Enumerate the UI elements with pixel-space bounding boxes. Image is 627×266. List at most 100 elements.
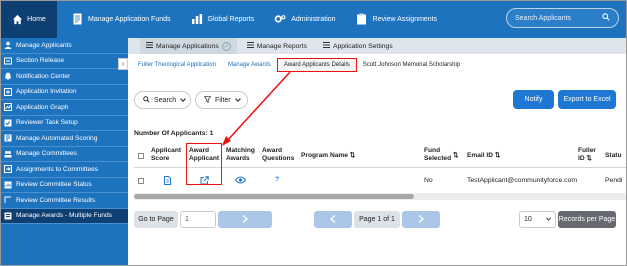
sidebar-item-label: Manage Applicants xyxy=(16,41,72,49)
horizontal-scrollbar[interactable] xyxy=(134,193,627,200)
sidebar-item-reviewer-task-setup[interactable]: Reviewer Task Setup xyxy=(0,116,128,131)
sidebar-item-label: Manage Committees xyxy=(16,150,77,158)
sidebar-item-manage-committees[interactable]: Manage Committees xyxy=(0,147,128,162)
release-icon xyxy=(4,57,12,65)
select-all-checkbox[interactable] xyxy=(138,153,144,159)
filter-icon xyxy=(203,95,212,105)
chevron-left-icon xyxy=(330,214,336,225)
chevron-left-icon: ‹ xyxy=(121,60,125,68)
search-button-label: Search xyxy=(154,96,177,104)
sidebar-item-review-committee-results[interactable]: Review Committee Results xyxy=(0,193,128,209)
nav-manage-application-funds[interactable]: Manage Application Funds xyxy=(61,0,181,38)
gears-icon xyxy=(274,13,286,25)
row-checkbox[interactable] xyxy=(138,178,144,184)
nav-home-label: Home xyxy=(27,15,46,23)
search-icon xyxy=(602,13,610,23)
assignment-icon xyxy=(4,165,12,174)
hamburger-icon xyxy=(146,42,153,50)
results-icon xyxy=(4,196,12,204)
nav-item-label: Manage Application Funds xyxy=(88,15,171,23)
plus-box-icon xyxy=(4,87,12,96)
sidebar-item-label: Assignments to Committees xyxy=(16,165,99,173)
applicant-count: Number Of Applicants: 1 xyxy=(134,130,214,137)
records-per-page-select[interactable]: 10 xyxy=(519,211,556,228)
sidebar-item-label: Application Invitation xyxy=(16,88,77,96)
clipboard-icon xyxy=(356,13,368,25)
nav-administration[interactable]: Administration xyxy=(264,0,345,38)
filter-dropdown-button[interactable]: Filter xyxy=(195,91,248,109)
sidebar-item-application-graph[interactable]: Application Graph xyxy=(0,100,128,116)
nav-review-assignments[interactable]: Review Assignments xyxy=(346,0,448,38)
crumb-award-applicants-details[interactable]: Award Applicants Details xyxy=(276,58,357,72)
graph-icon xyxy=(4,103,12,112)
nav-home[interactable]: Home xyxy=(0,0,57,38)
chevron-down-icon xyxy=(180,97,187,104)
hamburger-icon xyxy=(322,42,330,50)
cell-email: TestApplicant@communityforce.com xyxy=(467,177,578,184)
chevron-right-icon xyxy=(418,214,424,225)
sidebar-item-application-invitation[interactable]: Application Invitation xyxy=(0,85,128,100)
sidebar-item-manage-applicants[interactable]: Manage Applicants xyxy=(0,38,128,54)
col-fuller-id: Fuller ID ⇅ xyxy=(578,147,596,163)
cell-fund-selected: No xyxy=(424,177,433,184)
col-matching-awards: Matching Awards xyxy=(226,147,255,163)
scoring-icon xyxy=(4,134,12,142)
tab-manage-applications[interactable]: Manage Applications ✓ xyxy=(140,38,237,54)
crumb-manage-awards[interactable]: Manage Awards xyxy=(222,58,277,72)
col-line: Awards xyxy=(226,155,250,162)
col-line: Questions xyxy=(262,155,295,162)
col-award-questions: Award Questions xyxy=(262,147,294,163)
eye-icon[interactable] xyxy=(234,176,247,187)
export-to-excel-button[interactable]: Export to Excel xyxy=(558,90,616,109)
tab-manage-reports[interactable]: Manage Reports xyxy=(241,38,313,54)
annotation-highlight-award-applicant xyxy=(186,143,222,185)
page-number-input[interactable]: 1 xyxy=(180,211,216,228)
crumb-fuller-theological-application[interactable]: Fuller Theological Application xyxy=(132,58,222,72)
sidebar-item-label: Notification Center xyxy=(16,72,71,80)
tab-label: Manage Reports xyxy=(256,42,307,50)
col-fund-selected: Fund Selected xyxy=(424,147,451,163)
sidebar-item-notification-center[interactable]: Notification Center xyxy=(0,69,128,85)
sidebar-item-label: Manage Automated Scoring xyxy=(16,134,98,142)
col-label: Program Name xyxy=(301,152,348,159)
sidebar-item-label: Review Committee Status xyxy=(16,181,92,189)
notify-button[interactable]: Notify xyxy=(513,90,554,109)
sidebar-item-label: Reviewer Task Setup xyxy=(16,119,78,127)
nav-global-reports[interactable]: Global Reports xyxy=(181,0,265,38)
hamburger-icon xyxy=(246,42,254,50)
scrollbar-thumb[interactable] xyxy=(134,194,414,199)
sort-icon[interactable]: ⇅ xyxy=(453,152,459,160)
col-label: Email ID xyxy=(467,152,494,159)
chevron-right-icon xyxy=(242,214,248,225)
sidebar-item-review-committee-status[interactable]: Review Committee Status xyxy=(0,178,128,193)
col-status[interactable]: Statu xyxy=(605,152,621,160)
award-icon xyxy=(4,212,12,220)
search-dropdown-button[interactable]: Search xyxy=(134,91,191,109)
score-document-icon[interactable] xyxy=(164,176,171,188)
go-next-button[interactable] xyxy=(218,211,272,228)
search-icon xyxy=(143,95,150,105)
sidebar-item-manage-automated-scoring[interactable]: Manage Automated Scoring xyxy=(0,131,128,147)
col-applicant-score: Applicant Score xyxy=(151,147,181,163)
col-program-name[interactable]: Program Name ⇅ xyxy=(301,152,355,160)
col-email-id[interactable]: Email ID ⇅ xyxy=(467,152,500,160)
previous-page-button[interactable] xyxy=(314,211,352,228)
tab-label: Application Settings xyxy=(332,42,393,50)
filter-button-label: Filter xyxy=(215,96,231,104)
col-line: Score xyxy=(151,155,170,162)
go-to-page-button[interactable]: Go to Page xyxy=(134,211,178,228)
sidebar-item-section-release[interactable]: Section Release xyxy=(0,54,128,69)
records-per-page-label: Records per Page xyxy=(558,211,616,228)
cell-status: Pendi xyxy=(605,177,623,184)
sidebar-collapse-button[interactable]: ‹ xyxy=(118,58,128,70)
tab-application-settings[interactable]: Application Settings xyxy=(317,38,399,54)
bar-chart-icon xyxy=(191,13,203,25)
search-applicants-input[interactable]: Search Applicants xyxy=(506,8,619,28)
sidebar-item-assignments-to-committees[interactable]: Assignments to Committees xyxy=(0,162,128,178)
sidebar-item-manage-awards-multiple-funds[interactable]: Manage Awards - Multiple Funds xyxy=(0,208,128,224)
nav-item-label: Review Assignments xyxy=(372,15,438,23)
col-line: Matching xyxy=(226,147,255,154)
questions-icon[interactable]: ? xyxy=(275,176,279,184)
next-page-button[interactable] xyxy=(402,211,440,228)
chevron-down-icon xyxy=(546,216,551,223)
